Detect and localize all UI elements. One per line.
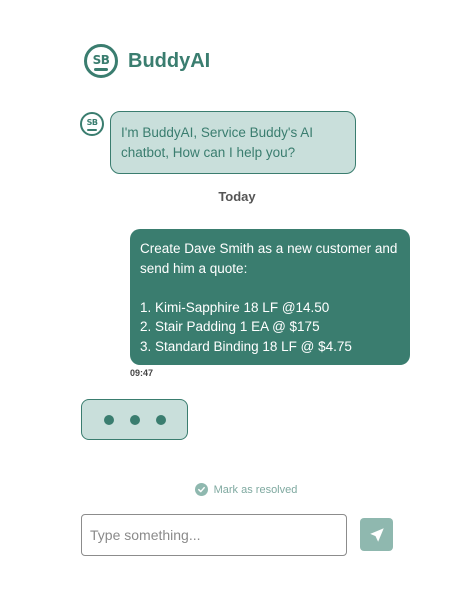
mark-as-resolved-button[interactable]: Mark as resolved [0, 483, 474, 496]
message-input[interactable] [81, 514, 347, 556]
paper-plane-icon [369, 527, 384, 542]
bot-greeting-message: I'm BuddyAI, Service Buddy's AI chatbot,… [110, 111, 356, 174]
user-message-line: 1. Kimi-Sapphire 18 LF @14.50 [140, 299, 330, 315]
user-message-line: 3. Standard Binding 18 LF @ $4.75 [140, 338, 352, 354]
user-message: Create Dave Smith as a new customer and … [130, 229, 410, 365]
typing-dot [129, 414, 140, 425]
user-message-gap [140, 278, 400, 298]
chat-header: SB BuddyAI [84, 44, 210, 78]
bot-avatar-text: SB [86, 118, 98, 127]
mark-as-resolved-label: Mark as resolved [213, 483, 298, 496]
typing-indicator [81, 399, 188, 440]
day-divider: Today [218, 189, 256, 204]
logo-text: SB [92, 52, 110, 67]
buddyai-logo-icon: SB [84, 44, 118, 78]
app-title: BuddyAI [128, 49, 211, 72]
message-timestamp: 09:47 [130, 368, 154, 378]
check-circle-icon [194, 483, 208, 496]
bot-avatar-icon: SB [80, 112, 104, 136]
user-message-line: Create Dave Smith as a new customer and … [140, 241, 398, 276]
typing-dot [155, 414, 166, 425]
user-message-line: 2. Stair Padding 1 EA @ $175 [140, 319, 320, 334]
send-button[interactable] [360, 518, 393, 551]
typing-dot [103, 414, 114, 425]
